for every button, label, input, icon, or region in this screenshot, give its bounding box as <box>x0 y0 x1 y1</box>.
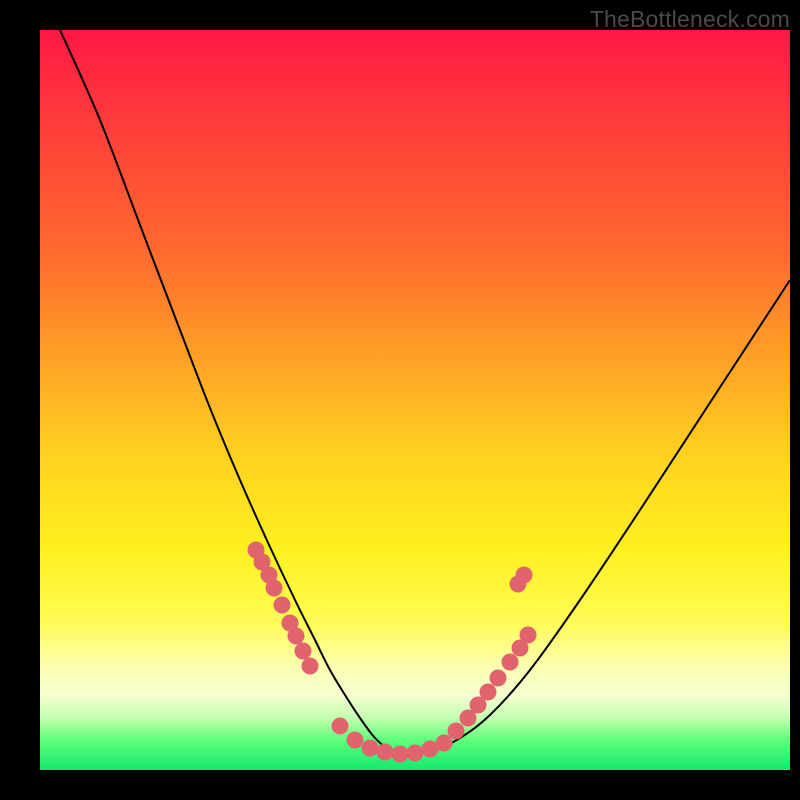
plot-area <box>40 30 790 770</box>
chart-svg <box>40 30 790 770</box>
data-point <box>347 732 364 749</box>
chart-frame: TheBottleneck.com <box>0 0 800 800</box>
data-point <box>407 745 424 762</box>
bottleneck-curve <box>60 30 790 754</box>
data-point <box>480 684 497 701</box>
watermark-text: TheBottleneck.com <box>590 6 790 33</box>
data-point <box>520 627 537 644</box>
data-point <box>266 580 283 597</box>
data-point <box>392 746 409 763</box>
data-point <box>288 628 305 645</box>
data-point <box>302 658 319 675</box>
data-point <box>448 723 465 740</box>
data-point <box>436 735 453 752</box>
data-point <box>502 654 519 671</box>
data-point <box>516 567 533 584</box>
data-point <box>362 740 379 757</box>
data-point <box>295 643 312 660</box>
data-point <box>274 597 291 614</box>
data-point <box>490 670 507 687</box>
data-point <box>377 744 394 761</box>
data-points <box>248 542 537 763</box>
data-point <box>332 718 349 735</box>
